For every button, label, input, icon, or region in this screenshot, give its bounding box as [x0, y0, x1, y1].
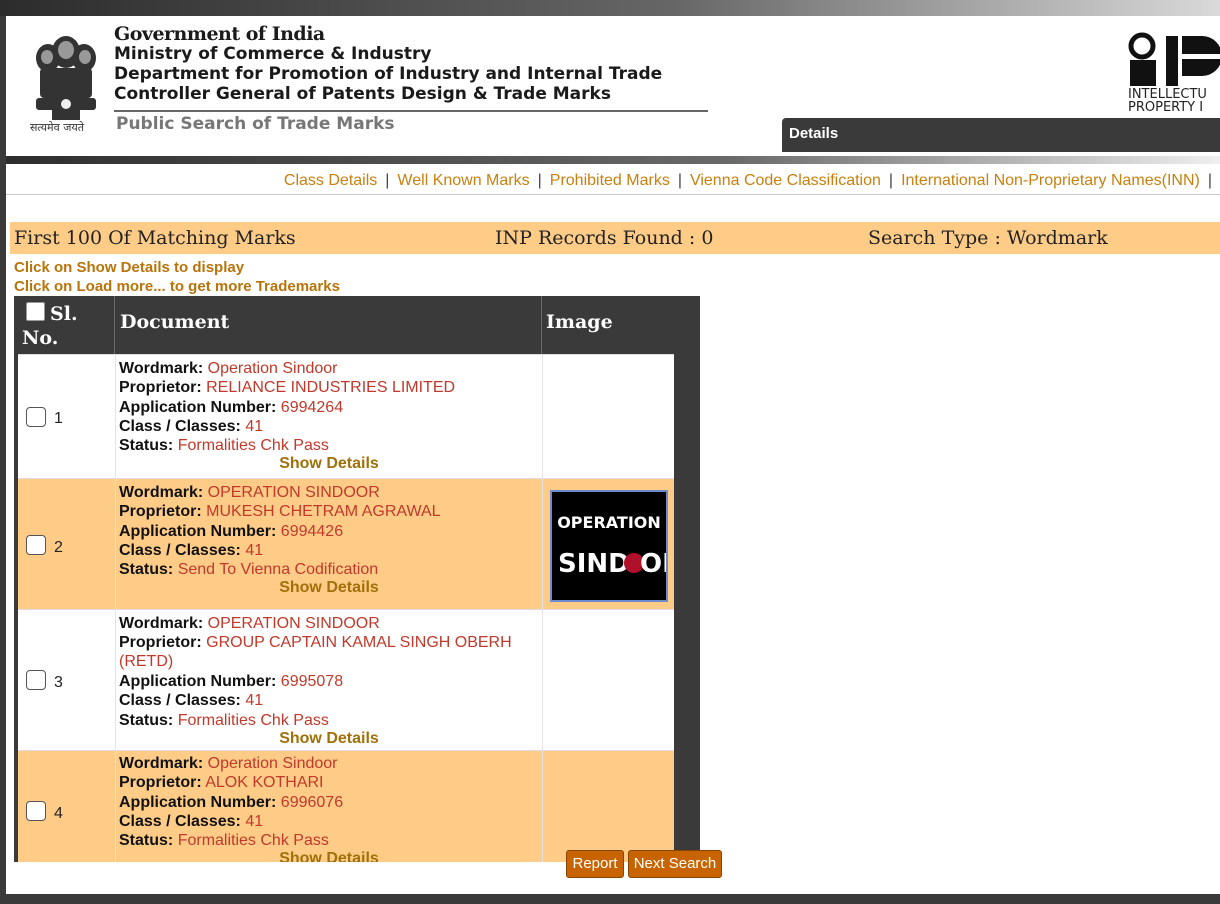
table-row: 2 Wordmark: OPERATION SINDOOR Proprietor…	[18, 478, 682, 610]
next-search-button[interactable]: Next Search	[628, 850, 722, 878]
site-header: सत्यमेव जयते Government of India Ministr…	[6, 16, 1220, 156]
application-number-value: 6996076	[280, 794, 344, 811]
proprietor-value: RELIANCE INDUSTRIES LIMITED	[206, 379, 456, 396]
row-checkbox[interactable]	[26, 535, 46, 555]
table-header: Sl. No. Document Image	[14, 296, 676, 354]
table-row: 1 Wordmark: Operation Sindoor Proprietor…	[18, 354, 674, 479]
inp-records-found: INP Records Found : 0	[495, 227, 714, 249]
header-document: Document	[120, 311, 230, 333]
status-value: Formalities Chk Pass	[177, 712, 329, 729]
row-checkbox[interactable]	[26, 407, 46, 427]
search-type: Search Type : Wordmark	[868, 227, 1108, 249]
page-container: सत्यमेव जयते Government of India Ministr…	[6, 16, 1220, 894]
application-number-value: 6994264	[280, 399, 344, 416]
show-details-link[interactable]: Show Details	[116, 850, 542, 862]
mark-image-cell	[543, 610, 673, 751]
matching-marks-count: First 100 Of Matching Marks	[14, 227, 296, 249]
results-summary-bar: First 100 Of Matching Marks INP Records …	[10, 222, 1220, 254]
mark-image-line1: OPERATION	[557, 513, 661, 532]
header-gradient-rule	[6, 156, 1220, 164]
trademark-image: OPERATION SIND OR	[550, 490, 682, 602]
mark-image-cell: OPERATION SIND OR	[543, 479, 682, 610]
nav-vienna-code-classification[interactable]: Vienna Code Classification	[690, 172, 881, 189]
national-emblem-icon: सत्यमेव जयते	[26, 24, 106, 136]
header-sl-no: Sl. No.	[20, 296, 114, 354]
classes-value: 41	[245, 692, 264, 709]
proprietor-value: ALOK KOTHARI	[205, 774, 324, 791]
header-sl-label: Sl.	[50, 303, 78, 325]
wordmark-value: Operation Sindoor	[207, 755, 338, 772]
nav-links: Class Details | Well Known Marks | Prohibite…	[283, 172, 1212, 189]
status-value: Formalities Chk Pass	[177, 437, 329, 454]
mark-image-line2b: OR	[640, 549, 666, 579]
hint-load-more: Click on Load more... to get more Tradem…	[14, 278, 340, 295]
header-divider	[114, 110, 708, 112]
header-no-label: No.	[22, 327, 59, 349]
classes-value: 41	[245, 542, 264, 559]
emblem-motto: सत्यमेव जयते	[30, 121, 85, 134]
row-checkbox[interactable]	[26, 801, 46, 821]
wordmark-value: OPERATION SINDOOR	[207, 615, 380, 632]
ministry-title: Ministry of Commerce & Industry	[114, 44, 432, 64]
classes-value: 41	[245, 813, 264, 830]
details-label: Details	[789, 125, 839, 142]
application-number-value: 6995078	[280, 673, 344, 690]
ipo-logo-text: INTELLECTU PROPERTY I	[1128, 88, 1207, 114]
ipo-text-line2: PROPERTY I	[1128, 100, 1204, 115]
mark-image-line2a: SIND	[558, 549, 630, 579]
status-value: Send To Vienna Codification	[177, 561, 379, 578]
government-title-block: Government of India Ministry of Commerce…	[114, 24, 662, 104]
table-row: 3 Wordmark: OPERATION SINDOOR Proprietor…	[18, 609, 674, 751]
footer-note: Best View in Resolution of 1024x768 or l…	[321, 878, 899, 895]
nav-well-known-marks[interactable]: Well Known Marks	[397, 172, 529, 189]
wordmark-value: Operation Sindoor	[207, 360, 338, 377]
top-gradient-strip	[0, 0, 1220, 16]
row-number: 2	[54, 539, 63, 556]
table-row: 4 Wordmark: Operation Sindoor Proprietor…	[18, 750, 674, 862]
show-details-link[interactable]: Show Details	[116, 455, 542, 473]
top-nav: Class Details | Well Known Marks | Prohibite…	[6, 166, 1220, 195]
row-checkbox[interactable]	[26, 670, 46, 690]
page-title: Public Search of Trade Marks	[116, 114, 395, 134]
gov-title: Government of India	[114, 23, 325, 45]
department-title: Department for Promotion of Industry and…	[114, 64, 663, 84]
proprietor-value: MUKESH CHETRAM AGRAWAL	[206, 503, 441, 520]
hint-show-details: Click on Show Details to display	[14, 259, 245, 276]
classes-value: 41	[245, 418, 264, 435]
header-image: Image	[546, 311, 613, 333]
row-number: 1	[54, 410, 63, 427]
show-details-link[interactable]: Show Details	[116, 730, 542, 748]
nav-prohibited-marks[interactable]: Prohibited Marks	[550, 172, 670, 189]
mark-image-cell	[543, 355, 673, 479]
row-number: 4	[54, 805, 63, 822]
details-bar: Details	[782, 118, 1220, 152]
controller-title: Controller General of Patents Design & T…	[114, 84, 611, 104]
application-number-value: 6994426	[280, 523, 344, 540]
row-number: 3	[54, 674, 63, 691]
wordmark-value: OPERATION SINDOOR	[207, 484, 380, 501]
report-button[interactable]: Report	[566, 850, 624, 878]
mark-image-cell	[543, 751, 673, 862]
show-details-link[interactable]: Show Details	[116, 579, 542, 597]
nav-class-details[interactable]: Class Details	[284, 172, 377, 189]
results-table: Sl. No. Document Image 1 Wordmark: Opera…	[14, 296, 700, 862]
status-value: Formalities Chk Pass	[177, 832, 329, 849]
nav-inn[interactable]: International Non-Proprietary Names(INN)	[901, 172, 1200, 189]
